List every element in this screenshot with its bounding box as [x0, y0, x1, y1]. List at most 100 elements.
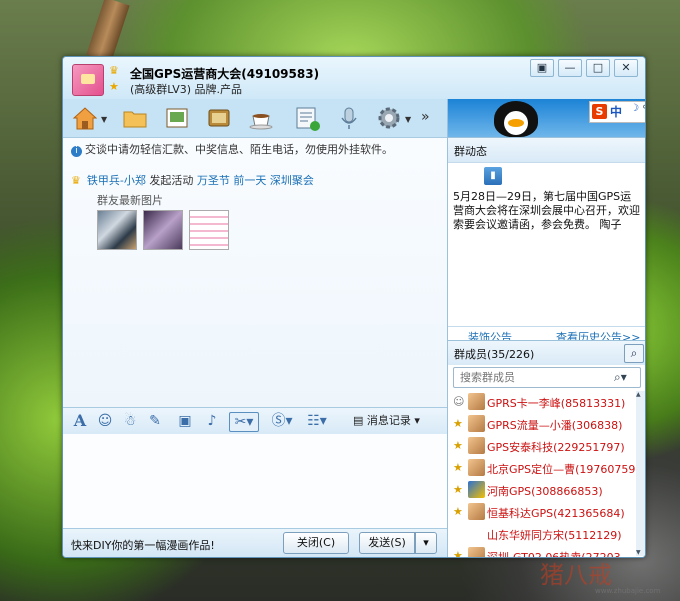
microphone-icon[interactable] — [335, 104, 363, 132]
list-item[interactable]: ★ GPS安泰科技(229251797) — [448, 435, 636, 457]
avatar — [468, 525, 485, 542]
message-history-button[interactable]: ▤ 消息记录 ▾ — [353, 411, 420, 430]
member-name: 山东华妍同方宋(5112129) — [487, 529, 622, 542]
avatar — [468, 481, 485, 498]
rich-text-icon[interactable]: Ⓢ▾ — [268, 412, 296, 430]
gear-icon[interactable]: ▼ — [375, 104, 411, 132]
title-bar[interactable]: ♛ ★ 全国GPS运营商大会(49109583) (高级群LV3) 品牌.产品 … — [63, 57, 645, 99]
announcement-icon[interactable]: ▮ — [484, 167, 502, 185]
album-icon[interactable] — [163, 104, 191, 132]
activity-event-link[interactable]: 万圣节 前一天 — [197, 174, 267, 187]
search-icon[interactable]: ⌕▾ — [614, 368, 627, 387]
note-icon[interactable] — [293, 104, 321, 132]
folder-icon[interactable] — [121, 104, 149, 132]
security-notice: i 交谈中请勿轻信汇款、中奖信息、陌生电话，勿使用外挂软件。 — [71, 141, 393, 157]
watermark-text: 猪八戒 — [540, 561, 612, 589]
activity-line: ♛ 铁甲兵-小郑 发起活动 万圣节 前一天 深圳聚会 — [71, 172, 314, 188]
list-item[interactable]: ★ 恒基科达GPS(421365684) — [448, 501, 636, 523]
close-window-button[interactable]: ✕ — [614, 59, 638, 77]
activity-user-link[interactable]: 铁甲兵-小郑 — [87, 174, 146, 187]
sogou-icon[interactable]: S — [592, 104, 607, 119]
chat-history-area[interactable]: i 交谈中请勿轻信汇款、中奖信息、陌生电话，勿使用外挂软件。 ♛ 铁甲兵-小郑 发起… — [63, 137, 447, 408]
edit-icon[interactable]: ✎ — [146, 412, 164, 430]
ime-mode-label[interactable]: 中 — [610, 103, 622, 120]
bottom-bar: 快来DIY你的第一幅漫画作品! 关闭(C) 发送(S) ▾ — [63, 528, 447, 557]
close-button[interactable]: 关闭(C) — [283, 532, 349, 554]
star-icon: ★ — [109, 80, 119, 93]
member-scrollbar[interactable] — [636, 391, 645, 556]
owner-icon: ☺ — [453, 395, 465, 408]
admin-star-icon: ★ — [453, 439, 463, 452]
member-name: GPS安泰科技(229251797) — [487, 441, 625, 454]
members-count: 群成员(35/226) — [454, 348, 535, 361]
list-item[interactable]: 山东华妍同方宋(5112129) — [448, 523, 636, 545]
list-item[interactable]: ★ 北京GPS定位—曹(19760759) — [448, 457, 640, 479]
group-members-panel: 群成员(35/226) ⌕ ⌕▾ ☺ GPRS卡一李峰(85813331) ★ GP… — [448, 340, 645, 558]
half-width-icon[interactable]: ☽ — [630, 103, 639, 114]
group-news-title: 群动态 — [454, 145, 487, 158]
photo-thumbnail[interactable] — [97, 210, 137, 250]
avatar — [468, 459, 485, 476]
ime-toolbar[interactable]: S 中 ☽ °, — [589, 101, 645, 123]
magic-emoji-icon[interactable]: ☃ — [121, 412, 139, 430]
search-icon[interactable]: ⌕ — [624, 344, 644, 363]
photo-thumbnail[interactable] — [189, 210, 229, 250]
minimize-button[interactable]: — — [558, 59, 582, 77]
maximize-button[interactable]: □ — [586, 59, 610, 77]
list-item[interactable]: ★ 深圳-GT02 06热卖(27203... — [448, 545, 636, 558]
admin-star-icon: ★ — [453, 461, 463, 474]
list-item[interactable]: ★ GPRS流量—小潘(306838) — [448, 413, 636, 435]
group-subtitle: (高级群LV3) 品牌.产品 — [130, 83, 243, 96]
skin-button[interactable]: ▣ — [530, 59, 554, 77]
members-header: 群成员(35/226) — [448, 341, 645, 365]
member-name: GPRS卡一李峰(85813331) — [487, 397, 626, 410]
right-panel: S 中 ☽ °, 群动态 ▮ 5月28日—29日，第七届中国GPS运营商大会将在… — [447, 99, 645, 558]
admin-star-icon: ★ — [453, 483, 463, 496]
send-options-chevron-icon[interactable]: ▾ — [415, 532, 437, 554]
screenshot-scissors-icon[interactable]: ✂▾ — [229, 412, 259, 432]
latest-pics-label: 群友最新图片 — [97, 194, 163, 207]
emoji-icon[interactable]: ☺ — [96, 412, 114, 430]
admin-star-icon: ★ — [453, 505, 463, 518]
font-icon[interactable]: A — [71, 412, 89, 430]
avatar — [468, 415, 485, 432]
more-tools-icon[interactable]: » — [421, 109, 430, 125]
qq-group-chat-window: ♛ ★ 全国GPS运营商大会(49109583) (高级群LV3) 品牌.产品 … — [62, 56, 646, 558]
video-icon[interactable] — [205, 104, 233, 132]
member-search-input[interactable] — [458, 370, 612, 385]
promo-link[interactable]: 快来DIY你的第一幅漫画作品! — [71, 537, 215, 553]
history-label: 消息记录 — [366, 414, 411, 427]
music-icon[interactable]: ♪ — [203, 412, 221, 430]
list-item[interactable]: ★ 河南GPS(308866853) — [448, 479, 636, 501]
message-input[interactable] — [63, 434, 447, 528]
qq-penguin-icon — [494, 101, 538, 137]
group-news-header: 群动态 — [448, 138, 645, 163]
member-name: 深圳-GT02 06热卖(27203... — [487, 551, 632, 558]
image-icon[interactable]: ▣ — [176, 412, 194, 430]
activity-action: 发起活动 — [149, 174, 194, 187]
photo-thumbnail[interactable] — [143, 210, 183, 250]
list-item[interactable]: ☺ GPRS卡一李峰(85813331) — [448, 391, 636, 413]
notice-text: 交谈中请勿轻信汇款、中奖信息、陌生电话，勿使用外挂软件。 — [85, 143, 393, 156]
home-icon[interactable]: ▼ — [71, 104, 107, 132]
activity-place-link[interactable]: 深圳聚会 — [270, 174, 314, 187]
info-icon: i — [71, 146, 82, 157]
avatar — [468, 393, 485, 410]
coffee-icon[interactable] — [248, 104, 276, 132]
group-avatar[interactable] — [72, 64, 104, 96]
avatar — [468, 547, 485, 557]
history-icon: ▤ — [353, 414, 367, 427]
avatar — [468, 437, 485, 454]
member-search-field[interactable]: ⌕▾ — [453, 367, 641, 388]
punctuation-icon[interactable]: °, — [642, 103, 645, 117]
group-news-panel: 群动态 ▮ 5月28日—29日，第七届中国GPS运营商大会将在深圳会展中心召开，… — [448, 137, 645, 344]
admin-star-icon: ★ — [453, 549, 463, 558]
avatar — [468, 503, 485, 520]
watermark-url: www.zhubajie.com — [595, 587, 661, 595]
watermark: 猪八戒 www.zhubajie.com — [540, 555, 670, 595]
crown-icon: ♛ — [109, 64, 119, 77]
announcement-text: 5月28日—29日，第七届中国GPS运营商大会将在深圳会展中心召开，欢迎索要会议… — [453, 190, 640, 231]
member-name: 河南GPS(308866853) — [487, 485, 603, 498]
message-icon[interactable]: ☷▾ — [303, 412, 331, 430]
send-button[interactable]: 发送(S) — [359, 532, 415, 554]
